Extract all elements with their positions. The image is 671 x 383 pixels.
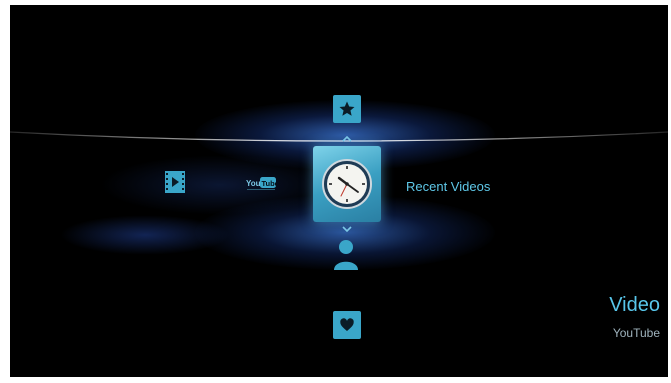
youtube-logo[interactable]: You Tube <box>246 175 277 193</box>
media-menu-screen: You Tube Recent Videos Video YouTube <box>10 5 668 377</box>
chevron-up-icon[interactable] <box>342 136 352 142</box>
favorites-heart-button[interactable] <box>333 311 361 339</box>
section-title: Video <box>609 294 660 316</box>
section-subtitle: YouTube <box>612 326 660 340</box>
heart-icon <box>340 318 354 331</box>
selected-item-label: Recent Videos <box>406 179 491 194</box>
person-icon[interactable] <box>332 239 360 271</box>
film-icon[interactable] <box>165 171 185 193</box>
recent-videos-tile[interactable] <box>313 146 381 222</box>
star-icon <box>339 101 355 116</box>
svg-text:Tube: Tube <box>262 179 278 188</box>
chevron-down-icon[interactable] <box>342 226 352 232</box>
svg-text:You: You <box>246 179 261 188</box>
favorites-star-button[interactable] <box>333 95 361 123</box>
left-glow <box>60 215 230 255</box>
clock-icon <box>322 159 372 209</box>
